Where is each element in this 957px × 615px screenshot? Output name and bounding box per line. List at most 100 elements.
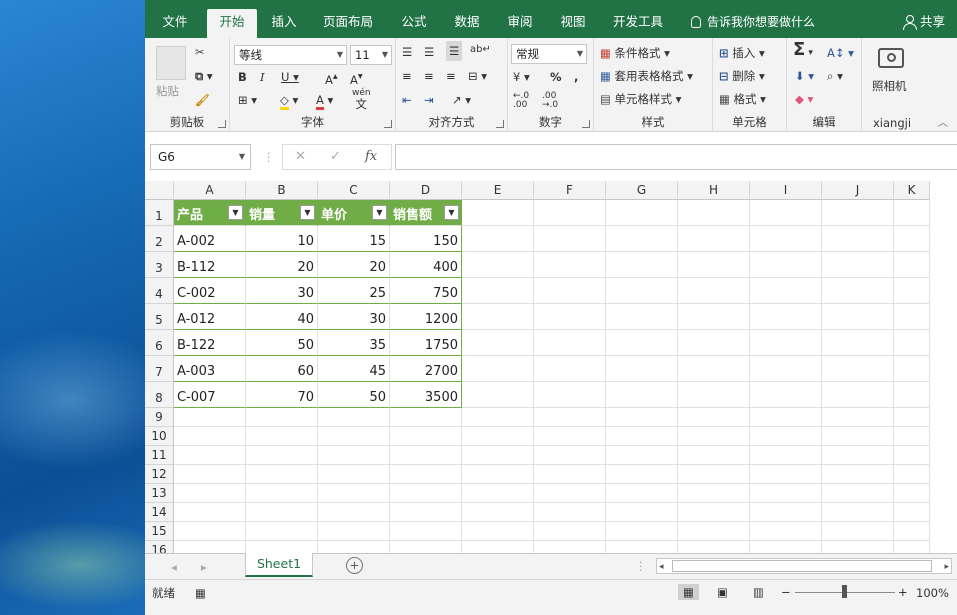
format-cells-button[interactable]: ▦ 格式 ▾ — [719, 91, 766, 107]
grid-cell[interactable] — [174, 408, 246, 427]
table-cell[interactable]: 20 — [246, 252, 318, 278]
grid-cell[interactable] — [678, 446, 750, 465]
row-header[interactable]: 14 — [145, 503, 174, 522]
grid-cell[interactable] — [246, 541, 318, 553]
grid-cell[interactable] — [822, 484, 894, 503]
grid-cell[interactable] — [678, 200, 750, 226]
grid-cell[interactable] — [606, 200, 678, 226]
grid-cell[interactable] — [174, 465, 246, 484]
row-header[interactable]: 5 — [145, 304, 174, 330]
grid-cell[interactable] — [534, 304, 606, 330]
collapse-ribbon-icon[interactable]: ︿ — [938, 116, 948, 132]
grid-cell[interactable] — [750, 200, 822, 226]
align-center-icon[interactable]: ≡ — [424, 68, 434, 84]
align-top-icon[interactable]: ☰ — [402, 44, 412, 60]
sheet-tab-sheet1[interactable]: Sheet1 — [245, 553, 313, 577]
grid-cell[interactable] — [678, 278, 750, 304]
grid-cell[interactable] — [534, 408, 606, 427]
tab-developer[interactable]: 开发工具 — [603, 9, 673, 38]
grid-cell[interactable] — [678, 304, 750, 330]
decrease-indent-icon[interactable]: ⇤ — [402, 92, 412, 108]
zoom-out-button[interactable]: − — [781, 584, 791, 600]
grid-cell[interactable] — [678, 541, 750, 553]
grid-cell[interactable] — [750, 304, 822, 330]
grid-cell[interactable] — [822, 200, 894, 226]
autosum-icon[interactable]: Σ ▾ — [793, 41, 813, 61]
row-header[interactable]: 13 — [145, 484, 174, 503]
grid-cell[interactable] — [534, 252, 606, 278]
align-middle-icon[interactable]: ☰ — [424, 44, 434, 60]
grid-cell[interactable] — [894, 382, 930, 408]
tab-page-layout[interactable]: 页面布局 — [315, 9, 381, 38]
column-header-k[interactable]: K — [894, 181, 930, 200]
grid-cell[interactable] — [462, 427, 534, 446]
grid-cell[interactable] — [606, 503, 678, 522]
phonetic-button[interactable]: wén 文 — [352, 88, 371, 110]
grid-cell[interactable] — [318, 446, 390, 465]
column-header-c[interactable]: C — [318, 181, 390, 200]
find-select-icon[interactable]: ⌕ ▾ — [827, 68, 843, 84]
grid-cell[interactable] — [894, 252, 930, 278]
grid-cell[interactable] — [894, 226, 930, 252]
grid-cell[interactable] — [822, 226, 894, 252]
row-header[interactable]: 10 — [145, 427, 174, 446]
increase-decimal-icon[interactable]: ←.0 .00 — [513, 92, 543, 110]
grid-cell[interactable] — [822, 304, 894, 330]
grid-cell[interactable] — [750, 446, 822, 465]
grid-cell[interactable] — [894, 304, 930, 330]
font-size-combo[interactable]: 11 ▼ — [350, 45, 392, 65]
increase-font-icon[interactable]: A▴ — [325, 69, 338, 88]
grid-cell[interactable] — [750, 278, 822, 304]
row-header[interactable]: 9 — [145, 408, 174, 427]
grid-cell[interactable] — [534, 541, 606, 553]
grid-cell[interactable] — [606, 522, 678, 541]
grid-cell[interactable] — [534, 382, 606, 408]
table-cell[interactable]: 30 — [246, 278, 318, 304]
format-painter-icon[interactable]: 🖌 — [195, 92, 210, 108]
grid-cell[interactable] — [678, 330, 750, 356]
grid-cell[interactable] — [822, 446, 894, 465]
table-cell[interactable]: 20 — [318, 252, 390, 278]
select-all-corner[interactable] — [145, 181, 174, 200]
grid-cell[interactable] — [174, 503, 246, 522]
tell-me-search[interactable]: 告诉我你想要做什么 — [691, 9, 815, 35]
table-header-cell[interactable]: 单价 ▼ — [318, 200, 390, 226]
number-launcher[interactable] — [582, 120, 590, 128]
grid-cell[interactable] — [822, 382, 894, 408]
scroll-right-icon[interactable]: ▸ — [944, 559, 949, 575]
grid-cell[interactable] — [822, 408, 894, 427]
grid-cell[interactable] — [246, 484, 318, 503]
grid-cell[interactable] — [678, 408, 750, 427]
grid-cell[interactable] — [894, 330, 930, 356]
name-box[interactable]: G6 ▼ — [150, 144, 251, 170]
insert-function-icon[interactable]: fx — [365, 149, 377, 164]
column-header-d[interactable]: D — [390, 181, 462, 200]
grid-cell[interactable] — [390, 446, 462, 465]
row-header[interactable]: 15 — [145, 522, 174, 541]
grid-cell[interactable] — [390, 427, 462, 446]
grid-cell[interactable] — [534, 200, 606, 226]
grid-cell[interactable] — [750, 465, 822, 484]
tab-review[interactable]: 审阅 — [497, 9, 543, 38]
grid-cell[interactable] — [894, 200, 930, 226]
underline-button[interactable]: U ▾ — [281, 69, 299, 85]
grid-cell[interactable] — [462, 252, 534, 278]
grid-cell[interactable] — [390, 484, 462, 503]
enter-icon[interactable]: ✓ — [330, 149, 341, 164]
grid-cell[interactable] — [678, 356, 750, 382]
grid-cell[interactable] — [318, 541, 390, 553]
grid-cell[interactable] — [246, 465, 318, 484]
percent-button[interactable]: % — [550, 69, 562, 85]
cut-icon[interactable]: ✂ — [195, 44, 205, 60]
grid-cell[interactable] — [534, 356, 606, 382]
grid-cell[interactable] — [318, 408, 390, 427]
grid-cell[interactable] — [462, 522, 534, 541]
font-launcher[interactable] — [384, 120, 392, 128]
grid-cell[interactable] — [678, 382, 750, 408]
grid-cell[interactable] — [822, 427, 894, 446]
column-header-g[interactable]: G — [606, 181, 678, 200]
grid-cell[interactable] — [678, 503, 750, 522]
grid-cell[interactable] — [678, 427, 750, 446]
grid-cell[interactable] — [894, 522, 930, 541]
grid-cell[interactable] — [822, 356, 894, 382]
